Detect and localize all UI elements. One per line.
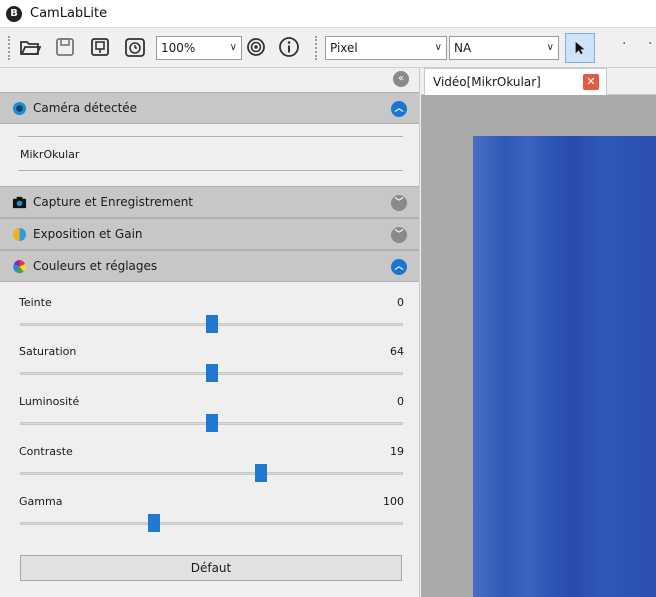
divider	[18, 136, 403, 137]
chevron-down-icon: ∨	[434, 42, 442, 53]
slider-value: 64	[390, 345, 404, 358]
chevron-up-icon[interactable]: ︿	[391, 259, 407, 275]
pointer-tool-button[interactable]	[565, 33, 595, 63]
zoom-value: 100%	[161, 41, 196, 55]
chevron-down-icon[interactable]: ﹀	[391, 227, 407, 243]
title-bar: B CamLabLite	[0, 0, 656, 28]
camera-device-name[interactable]: MikrOkular	[20, 148, 79, 161]
slider-value: 19	[390, 445, 404, 458]
app-title: CamLabLite	[30, 6, 108, 21]
section-capture-label: Capture et Enregistrement	[33, 195, 194, 209]
slider-track[interactable]	[20, 522, 403, 525]
close-icon[interactable]: ✕	[583, 74, 599, 90]
slider-label: Teinte	[19, 296, 52, 309]
app-logo-icon: B	[6, 6, 22, 22]
unit-select[interactable]: Pixel ∨	[325, 36, 447, 60]
default-button[interactable]: Défaut	[20, 555, 402, 581]
zoom-select[interactable]: 100% ∨	[156, 36, 242, 60]
camera-body: MikrOkular	[0, 124, 419, 186]
toolbar: 100% ∨ Pixel ∨ NA ∨ · ·	[0, 28, 656, 68]
chevron-up-icon[interactable]: ︿	[391, 101, 407, 117]
section-colors-label: Couleurs et réglages	[33, 259, 158, 273]
tab-video[interactable]: Vidéo[MikrOkular] ✕	[424, 68, 607, 95]
slider-thumb[interactable]	[255, 464, 268, 482]
slider-saturation: Saturation 64	[0, 345, 420, 395]
settings-gear-icon[interactable]	[243, 34, 269, 60]
slider-thumb[interactable]	[148, 514, 161, 532]
tab-strip: Vidéo[MikrOkular] ✕	[421, 68, 656, 95]
slider-label: Gamma	[19, 495, 63, 508]
slider-value: 0	[397, 395, 404, 408]
color-wheel-icon	[12, 259, 27, 274]
camera-icon	[12, 195, 27, 210]
panel-header: «	[0, 68, 419, 92]
line-tool-icon[interactable]: ·	[648, 36, 652, 52]
slider-label: Saturation	[19, 345, 77, 358]
point-tool-icon[interactable]: ·	[622, 36, 626, 52]
section-camera-label: Caméra détectée	[33, 101, 138, 115]
video-area: Vidéo[MikrOkular] ✕	[421, 68, 656, 597]
pointer-icon	[575, 41, 585, 55]
divider	[18, 170, 403, 171]
video-frame[interactable]	[473, 136, 656, 597]
calibration-select[interactable]: NA ∨	[449, 36, 559, 60]
chevron-down-icon[interactable]: ﹀	[391, 195, 407, 211]
timer-icon[interactable]	[122, 34, 148, 60]
slider-luminosite: Luminosité 0	[0, 395, 420, 445]
collapse-panel-icon[interactable]: «	[393, 71, 409, 87]
unit-value: Pixel	[330, 41, 358, 55]
toolbar-grip[interactable]	[8, 36, 11, 60]
chevron-down-icon: ∨	[229, 42, 237, 53]
open-folder-icon[interactable]	[17, 34, 43, 60]
settings-panel: « Caméra détectée ︿ MikrOkular Capture e…	[0, 68, 420, 597]
slider-label: Luminosité	[19, 395, 80, 408]
save-video-icon[interactable]	[87, 34, 113, 60]
slider-thumb[interactable]	[205, 364, 218, 382]
slider-track[interactable]	[20, 472, 403, 475]
exposure-icon	[12, 227, 27, 242]
slider-contraste: Contraste 19	[0, 445, 420, 495]
info-icon[interactable]	[276, 34, 302, 60]
tab-video-label: Vidéo[MikrOkular]	[433, 75, 541, 89]
slider-teinte: Teinte 0	[0, 296, 420, 346]
slider-value: 100	[383, 495, 404, 508]
slider-label: Contraste	[19, 445, 73, 458]
slider-thumb[interactable]	[205, 414, 218, 432]
chevron-down-icon: ∨	[546, 42, 554, 53]
color-sliders: Teinte 0 Saturation 64 Luminosité 0 Cont…	[0, 282, 419, 579]
camera-detected-icon	[12, 101, 27, 116]
section-exposure-label: Exposition et Gain	[33, 227, 143, 241]
section-capture-header[interactable]: Capture et Enregistrement ﹀	[0, 186, 419, 218]
calibration-value: NA	[454, 41, 472, 55]
slider-value: 0	[397, 296, 404, 309]
save-icon[interactable]	[52, 34, 78, 60]
slider-thumb[interactable]	[205, 315, 218, 333]
toolbar-grip[interactable]	[315, 36, 318, 60]
section-exposure-header[interactable]: Exposition et Gain ﹀	[0, 218, 419, 250]
section-colors-header[interactable]: Couleurs et réglages ︿	[0, 250, 419, 282]
slider-gamma: Gamma 100	[0, 495, 420, 545]
section-camera-header[interactable]: Caméra détectée ︿	[0, 92, 419, 124]
